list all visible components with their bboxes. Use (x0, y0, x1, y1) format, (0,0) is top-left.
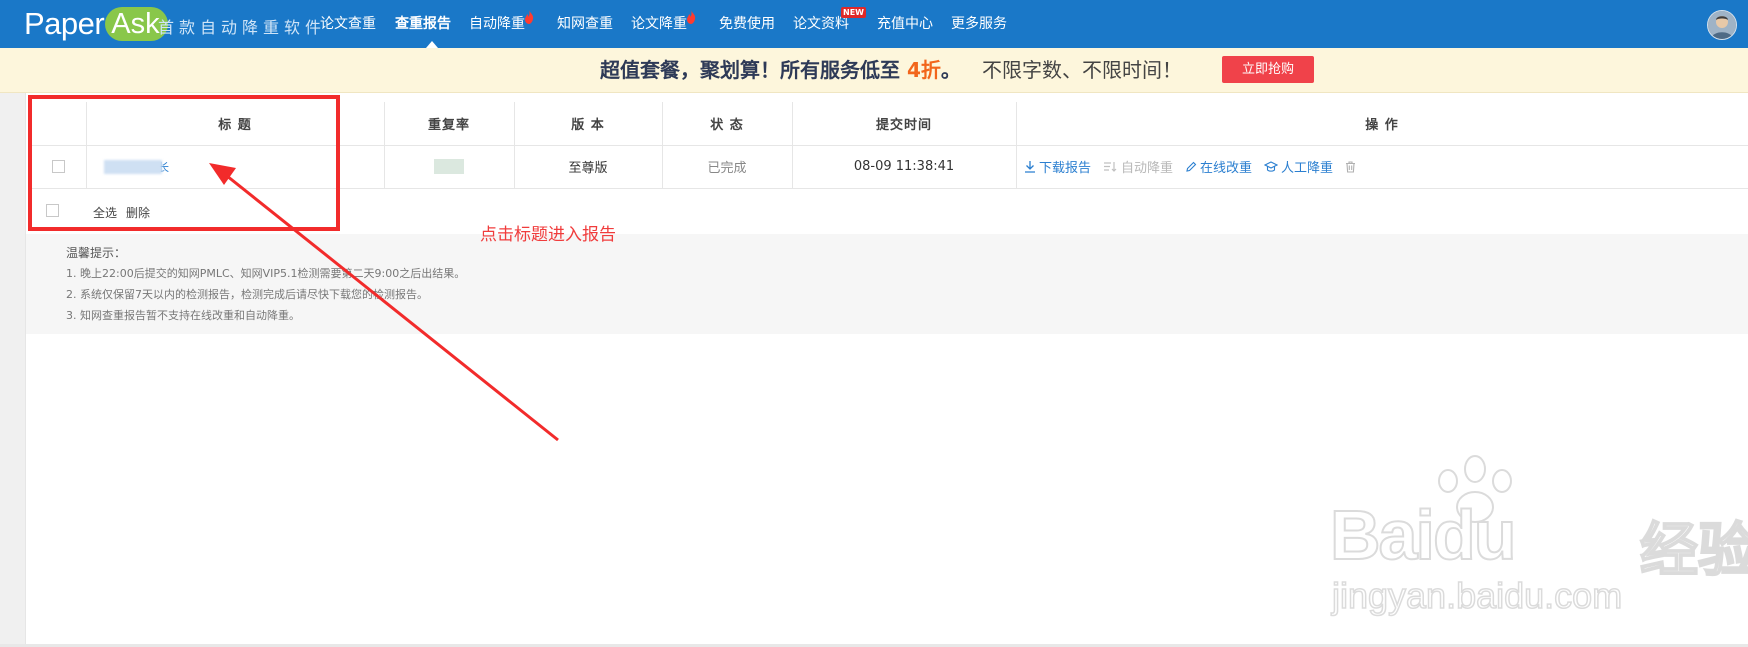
nav-item-cnki-check[interactable]: 知网查重 (557, 0, 631, 48)
active-caret-icon (426, 41, 438, 48)
nav-item-paper-reduce[interactable]: 论文降重 (631, 0, 719, 48)
tip-line: 1. 晚上22:00后提交的知网PMLC、知网VIP5.1检测需要第二天9:00… (66, 267, 466, 280)
nav-item-label: 自动降重 (469, 16, 525, 32)
annotation-text: 点击标题进入报告 (480, 225, 616, 245)
header-version: 版 本 (571, 118, 605, 133)
header-time: 提交时间 (875, 118, 932, 133)
tip-line: 2. 系统仅保留7天以内的检测报告，检测完成后请尽快下载您的检测报告。 (66, 288, 428, 301)
user-avatar-icon (1708, 11, 1736, 39)
download-report-label: 下载报告 (1039, 161, 1092, 176)
row-ops-cell: 下载报告 自动降重 在线改重 人工降重 (1016, 145, 1748, 188)
online-edit-button[interactable]: 在线改重 (1185, 157, 1252, 176)
promo-subtext: 不限字数、不限时间！ (982, 58, 1182, 82)
nav-item-label: 论文查重 (320, 16, 376, 32)
nav-item-label: 知网查重 (557, 16, 613, 32)
user-avatar[interactable] (1707, 10, 1737, 40)
new-badge: NEW (841, 7, 866, 18)
nav-item-recharge-center[interactable]: 充值中心 (877, 0, 951, 48)
header-ops: 操 作 (1365, 118, 1399, 133)
auto-reduce-label: 自动降重 (1121, 161, 1174, 176)
fire-icon (687, 10, 696, 24)
nav-item-auto-reduce[interactable]: 自动降重 (469, 0, 557, 48)
manual-reduce-label: 人工降重 (1281, 161, 1334, 176)
tips-panel: 温馨提示： 1. 晚上22:00后提交的知网PMLC、知网VIP5.1检测需要第… (26, 234, 1748, 334)
tip-line: 3. 知网查重报告暂不支持在线改重和自动降重。 (66, 309, 300, 322)
row-time: 08-09 11:38:41 (853, 159, 955, 174)
promo-discount: 4折 (906, 58, 941, 82)
watermark-url: jingyan.baidu.com (1331, 574, 1623, 617)
online-edit-label: 在线改重 (1200, 161, 1253, 176)
nav-item-check-report[interactable]: 查重报告 (395, 0, 469, 48)
left-gutter (0, 93, 26, 647)
manual-reduce-button[interactable]: 人工降重 (1264, 157, 1333, 176)
row-status: 已完成 (707, 161, 747, 176)
promo-headline: 超值套餐，聚划算！所有服务低至 4折。 (600, 48, 961, 92)
nav-item-more-services[interactable]: 更多服务 (951, 0, 1025, 48)
promo-banner: 超值套餐，聚划算！所有服务低至 4折。 不限字数、不限时间！ 立即抢购 (0, 48, 1748, 93)
header-rate: 重复率 (427, 118, 470, 133)
rate-value-blurred (434, 159, 464, 174)
annotation-highlight-box (28, 95, 340, 231)
graduation-cap-icon (1264, 160, 1279, 172)
download-report-button[interactable]: 下载报告 (1024, 157, 1091, 176)
nav-item-label: 论文资料 (793, 16, 849, 32)
download-icon (1025, 161, 1035, 173)
nav-item-label: 论文降重 (631, 16, 687, 32)
row-version: 至尊版 (568, 161, 608, 176)
watermark-bai-text: Baidu (1329, 495, 1517, 575)
tips-title: 温馨提示： (66, 246, 127, 260)
promo-period: 。 (940, 58, 961, 82)
paperask-logo[interactable]: Paper Ask (24, 6, 168, 42)
baidu-jingyan-watermark: Baidu 经验 jingyan.baidu.com (1329, 455, 1748, 625)
sort-lines-icon (1104, 162, 1117, 172)
logo-paper-text: Paper (24, 6, 105, 41)
top-navigation-bar: Paper Ask 首款自动降重软件 论文查重 查重报告 自动降重 知网查重 论… (0, 0, 1748, 48)
nav-item-free-use[interactable]: 免费使用 (719, 0, 793, 48)
nav-item-paper-materials[interactable]: 论文资料 NEW (793, 0, 877, 48)
delete-row-button[interactable] (1345, 160, 1359, 173)
pencil-icon (1186, 161, 1197, 172)
header-status: 状 态 (710, 118, 744, 133)
watermark-jingyan-text: 经验 (1639, 515, 1748, 585)
fire-icon (525, 10, 534, 24)
nav-item-label: 充值中心 (877, 16, 933, 32)
auto-reduce-button[interactable]: 自动降重 (1103, 157, 1173, 176)
nav-item-label: 查重报告 (395, 16, 451, 32)
nav-item-label: 免费使用 (719, 16, 775, 32)
buy-now-button[interactable]: 立即抢购 (1222, 56, 1314, 83)
trash-icon (1346, 160, 1356, 173)
brand-slogan: 首款自动降重软件 (158, 18, 327, 37)
promo-lead-text: 超值套餐，聚划算！所有服务低至 (600, 58, 907, 82)
nav-item-paper-check[interactable]: 论文查重 (320, 0, 395, 48)
main-menu: 论文查重 查重报告 自动降重 知网查重 论文降重 免费使用 论文资料 NEW 充… (320, 0, 1025, 48)
nav-item-label: 更多服务 (951, 16, 1007, 32)
row-rate-cell (384, 145, 514, 188)
